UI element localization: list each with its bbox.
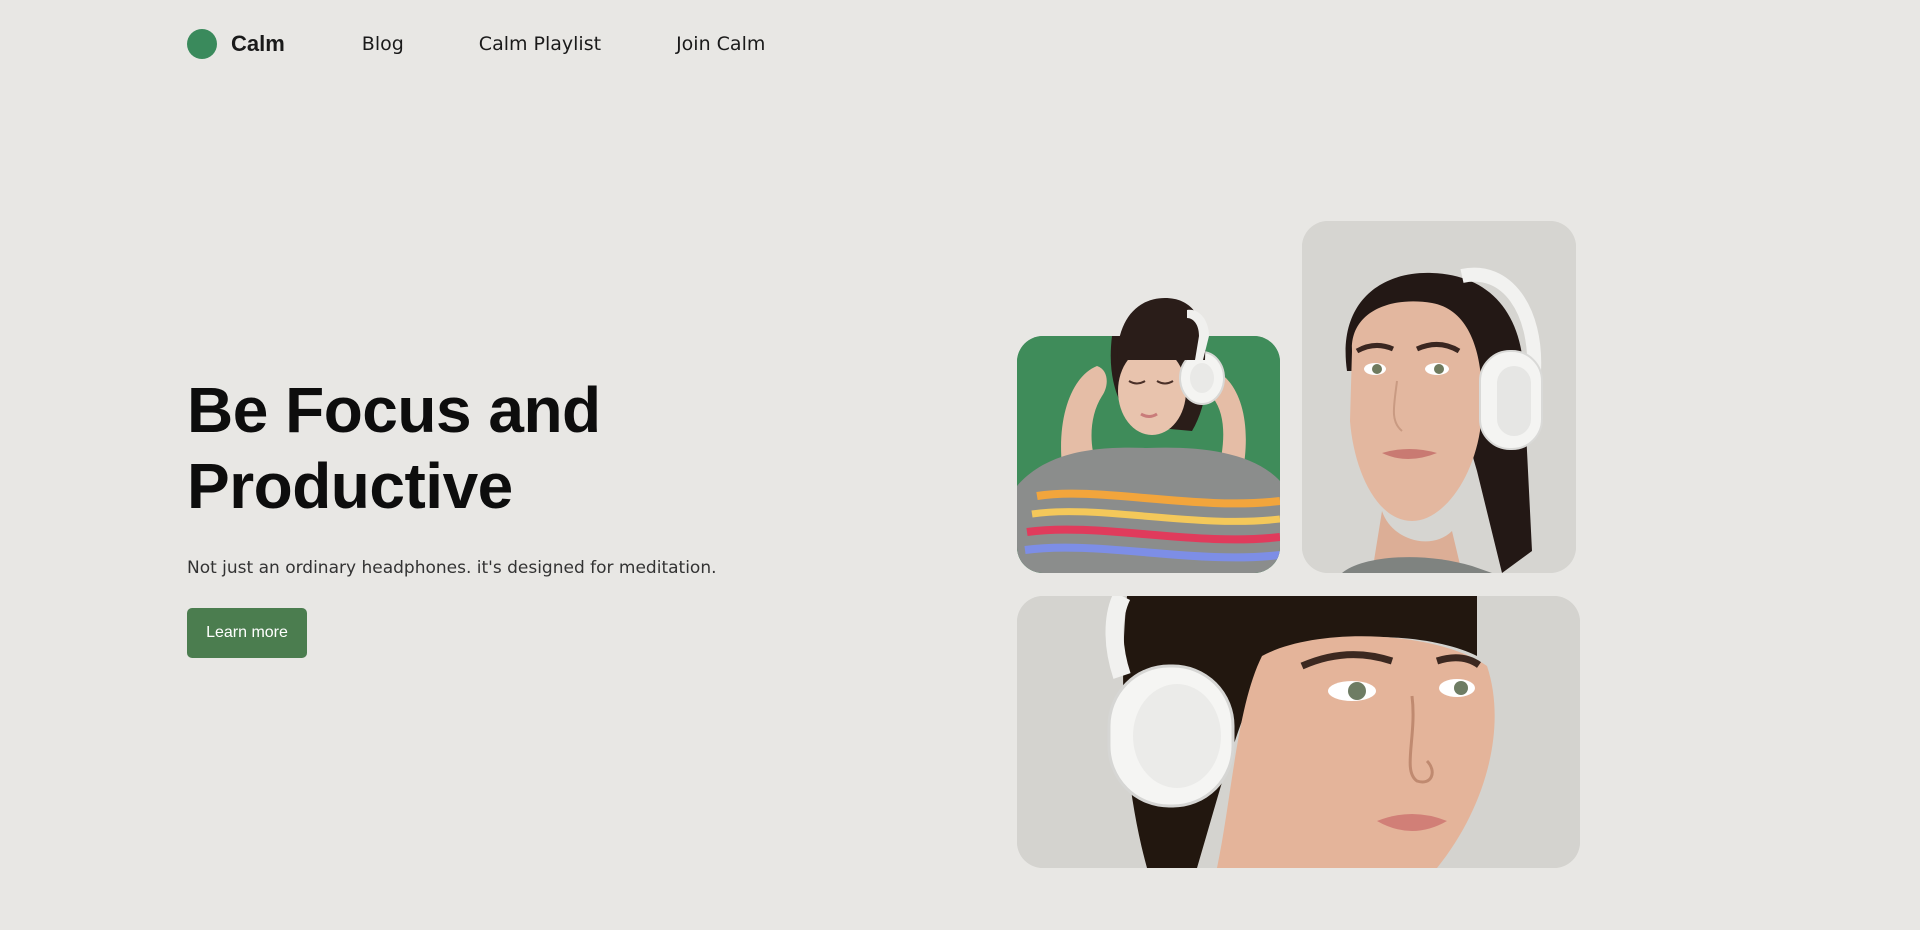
- gallery-image-green-overflow: [1017, 290, 1280, 360]
- hero-subtitle: Not just an ordinary headphones. it's de…: [187, 558, 717, 578]
- landing-page: Calm Blog Calm Playlist Join Calm Be Foc…: [0, 0, 1920, 930]
- woman-hair-overflow-icon: [1117, 298, 1209, 360]
- gallery-image-portrait: [1302, 221, 1576, 573]
- woman-with-headphones-photo-icon: [1017, 336, 1280, 573]
- woman-portrait-headphones-photo-icon: [1302, 221, 1576, 573]
- brand-name: Calm: [231, 31, 285, 56]
- learn-more-button[interactable]: Learn more: [187, 608, 307, 658]
- hero-section: Be Focus and Productive Not just an ordi…: [187, 372, 827, 658]
- gallery-image-closeup: [1017, 596, 1580, 868]
- hero-title-line-1: Be Focus and: [187, 374, 601, 446]
- brand-home-link[interactable]: Calm: [187, 29, 285, 59]
- hero-title-line-2: Productive: [187, 450, 513, 522]
- hero-title: Be Focus and Productive: [187, 372, 827, 524]
- top-nav: Calm Blog Calm Playlist Join Calm: [187, 24, 840, 64]
- nav-link-calm-playlist[interactable]: Calm Playlist: [479, 33, 601, 55]
- nav-link-join-calm[interactable]: Join Calm: [676, 33, 765, 55]
- woman-closeup-headphones-photo-icon: [1017, 596, 1580, 868]
- calm-logo-icon: [187, 29, 217, 59]
- gallery-image-green: [1017, 336, 1280, 573]
- nav-link-blog[interactable]: Blog: [362, 33, 404, 55]
